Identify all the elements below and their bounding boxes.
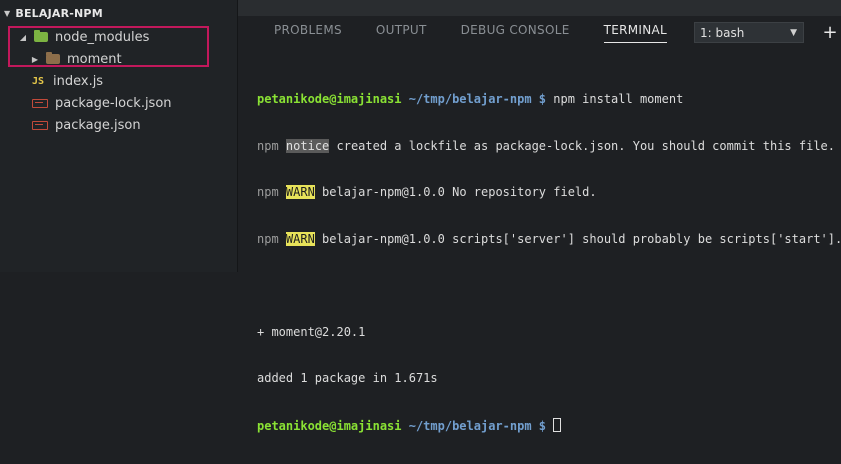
tree-item-label: package.json [55, 117, 141, 133]
tree-item-label: node_modules [55, 29, 150, 45]
terminal-line: + moment@2.20.1 [257, 325, 831, 341]
tree-item-index-js[interactable]: JS index.js [0, 70, 269, 92]
terminal-line: npm WARN belajar-npm@1.0.0 No repository… [257, 185, 831, 201]
bottom-panel: PROBLEMS OUTPUT DEBUG CONSOLE TERMINAL 1… [238, 0, 841, 433]
terminal-line: petanikode@imajinasi ~/tmp/belajar-npm $… [257, 92, 831, 108]
prompt-user: petanikode@imajinasi [257, 418, 402, 433]
caret-down-icon: ▼ [790, 27, 797, 38]
warn-badge: WARN [285, 185, 315, 199]
tree-item-package-lock-json[interactable]: package-lock.json [0, 92, 269, 114]
npm-label: npm [257, 138, 279, 153]
tab-output[interactable]: OUTPUT [376, 23, 427, 43]
tree-item-node-modules[interactable]: ◢ node_modules [0, 26, 255, 48]
chevron-down-icon: ▼ [4, 8, 11, 18]
tab-problems[interactable]: PROBLEMS [274, 23, 342, 43]
result-text: + moment@2.20.1 [257, 324, 366, 339]
explorer-sidebar: ▼ BELAJAR-NPM ◢ node_modules ▶ moment JS… [0, 0, 238, 272]
project-title: BELAJAR-NPM [15, 6, 103, 20]
tree-item-label: moment [67, 51, 122, 67]
terminal-cursor [553, 417, 562, 432]
folder-icon [46, 52, 60, 64]
command-text: npm install moment [553, 92, 684, 106]
terminal-line: petanikode@imajinasi ~/tmp/belajar-npm $ [257, 417, 831, 434]
new-terminal-button[interactable]: + [822, 22, 838, 43]
js-file-icon: JS [32, 75, 45, 87]
warn-text: belajar-npm@1.0.0 No repository field. [314, 185, 597, 199]
editor-strip [238, 0, 841, 16]
prompt-path: ~/tmp/belajar-npm $ [408, 418, 547, 433]
npm-label: npm [257, 185, 279, 199]
prompt-user: petanikode@imajinasi [257, 92, 402, 106]
terminal-line: npm WARN belajar-npm@1.0.0 scripts['serv… [257, 231, 841, 248]
json-file-icon [32, 98, 48, 108]
warn-text: belajar-npm@1.0.0 scripts['server'] shou… [314, 231, 841, 246]
panel-tabs: PROBLEMS OUTPUT DEBUG CONSOLE TERMINAL [274, 23, 701, 43]
terminal-select[interactable]: 1: bash ▼ [694, 22, 804, 43]
tree-item-label: index.js [53, 73, 104, 89]
chevron-down-icon: ◢ [19, 32, 27, 42]
chevron-right-icon: ▶ [31, 54, 39, 64]
folder-green-icon [34, 30, 48, 42]
npm-label: npm [257, 231, 279, 246]
notice-badge: notice [285, 138, 330, 153]
tree-item-package-json[interactable]: package.json [0, 114, 269, 136]
terminal-output[interactable]: petanikode@imajinasi ~/tmp/belajar-npm $… [257, 61, 841, 464]
tree-item-moment[interactable]: ▶ moment [0, 48, 267, 70]
explorer-project-header[interactable]: ▼ BELAJAR-NPM [0, 0, 237, 26]
tab-debug-console[interactable]: DEBUG CONSOLE [461, 23, 570, 43]
terminal-select-value: 1: bash [700, 25, 745, 40]
warn-badge: WARN [285, 231, 315, 246]
terminal-line: added 1 package in 1.671s [257, 371, 831, 387]
tree-item-label: package-lock.json [55, 95, 172, 111]
json-file-icon [32, 120, 48, 130]
added-text: added 1 package in 1.671s [257, 371, 438, 385]
terminal-line: npm notice created a lockfile as package… [257, 138, 835, 155]
tab-terminal[interactable]: TERMINAL [603, 23, 668, 43]
notice-text: created a lockfile as package-lock.json.… [329, 138, 836, 153]
prompt-path: ~/tmp/belajar-npm $ [408, 92, 547, 106]
